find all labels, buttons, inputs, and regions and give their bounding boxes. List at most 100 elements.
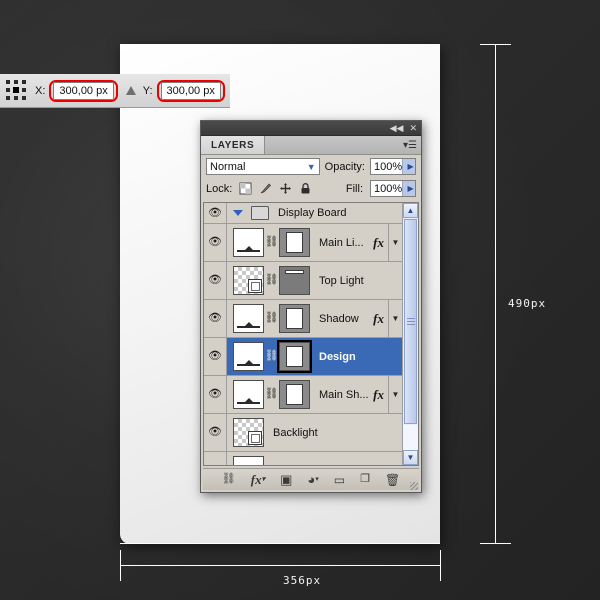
layer-thumbnails[interactable] [227,456,264,465]
resize-grip[interactable] [410,482,418,490]
blend-mode-select[interactable]: Normal ▼ [206,158,320,175]
layer-visibility-toggle[interactable]: 👁 [204,203,227,223]
layer-style-fx-icon[interactable]: fx ▾ [251,473,265,486]
lock-row: Lock: Fill: 100% ▶ [201,178,421,201]
scroll-down-arrow-icon[interactable]: ▼ [403,450,418,465]
layer-thumbnails[interactable]: ⛓ [227,304,310,333]
lock-position-icon[interactable] [279,182,292,195]
link-mask-icon[interactable]: ⛓ [265,313,279,324]
layer-visibility-toggle[interactable]: 👁 [204,338,227,375]
layer-thumbnail[interactable] [233,304,264,333]
opacity-stepper-icon[interactable]: ▶ [402,159,415,174]
layer-effects-fx-icon[interactable]: fx [373,387,388,403]
blend-mode-value: Normal [210,160,246,173]
layer-visibility-toggle[interactable] [204,452,227,465]
x-input[interactable]: 300,00 px [53,81,114,100]
scrollbar-thumb[interactable] [404,219,417,424]
guide-vertical-right [495,44,496,544]
table-row[interactable] [204,452,402,465]
scroll-up-arrow-icon[interactable]: ▲ [403,203,418,218]
y-input[interactable]: 300,00 px [160,81,221,100]
link-mask-icon[interactable]: ⛓ [265,389,279,400]
triangle-delta-icon[interactable] [125,86,136,95]
layer-thumbnail[interactable] [233,456,264,465]
layer-effects-fx-icon[interactable]: fx [373,235,388,251]
layer-thumbnails[interactable]: ⛓ [227,380,310,409]
new-layer-icon[interactable]: ❐ [360,474,370,485]
layer-mask-thumbnail[interactable] [279,380,310,409]
chevron-down-icon[interactable]: ▼ [388,224,402,261]
layer-name: Design [319,350,356,363]
layer-list-container: 👁 Display Board 👁 ⛓ Main Li... fx ▼ 👁 ⛓ … [203,202,419,466]
layers-panel: ◀◀ ✕ LAYERS ▾☰ Normal ▼ Opacity: 100% ▶ … [200,120,422,493]
layer-thumbnails[interactable]: ⛓ [227,228,310,257]
x-label: X: [35,84,46,97]
chevron-down-icon[interactable]: ▼ [307,162,316,172]
layer-thumbnail[interactable] [233,228,264,257]
link-layers-icon[interactable]: ⛓ [222,474,236,485]
lock-all-icon[interactable] [299,182,312,195]
collapse-double-arrow-icon[interactable]: ◀◀ [390,123,404,134]
layer-thumbnails[interactable]: ⛓ [227,266,310,295]
layer-mask-thumbnail[interactable] [279,228,310,257]
layer-thumbnails[interactable] [227,418,264,447]
scrollbar-track[interactable] [403,425,418,450]
layer-thumbnails[interactable]: ⛓ [227,340,312,373]
tab-layers-label: LAYERS [211,139,255,151]
layer-thumbnail[interactable] [233,380,264,409]
lock-image-pixels-icon[interactable] [259,182,272,195]
chevron-down-icon[interactable]: ▼ [388,376,402,413]
tab-layers[interactable]: LAYERS [201,136,266,154]
layer-visibility-toggle[interactable]: 👁 [204,300,227,337]
link-mask-icon[interactable]: ⛓ [265,275,279,286]
layer-visibility-toggle[interactable]: 👁 [204,262,227,299]
delete-layer-icon[interactable]: 🗑 [385,474,400,486]
fill-stepper-icon[interactable]: ▶ [402,181,415,196]
layer-thumbnail[interactable] [233,418,264,447]
reference-point-grid-icon[interactable] [6,79,28,102]
layer-visibility-toggle[interactable]: 👁 [204,224,227,261]
link-mask-icon[interactable]: ⛓ [265,237,279,248]
eye-icon: 👁 [208,350,222,362]
y-field-highlight: 300,00 px [156,79,225,102]
new-group-icon[interactable]: ▭ [334,474,345,486]
close-x-icon[interactable]: ✕ [409,123,417,134]
opacity-value: 100% [374,160,403,173]
layer-name: Main Sh... [319,388,369,401]
table-row[interactable]: 👁 ⛓ Top Light [204,262,402,300]
table-row[interactable]: 👁 ⛓ Main Sh... fx ▼ [204,376,402,414]
layer-thumbnail[interactable] [233,266,264,295]
layer-list[interactable]: 👁 Display Board 👁 ⛓ Main Li... fx ▼ 👁 ⛓ … [204,203,402,465]
fill-input[interactable]: 100% ▶ [370,180,416,197]
chevron-down-icon[interactable]: ▼ [388,300,402,337]
eye-icon: 👁 [208,236,222,248]
guide-tick-bottom-right-v [440,550,441,581]
panel-titlebar[interactable]: ◀◀ ✕ [201,121,421,136]
table-row[interactable]: 👁 ⛓ Design [204,338,402,376]
layer-visibility-toggle[interactable]: 👁 [204,376,227,413]
table-row[interactable]: 👁 ⛓ Main Li... fx ▼ [204,224,402,262]
eye-icon: 👁 [208,274,222,286]
layer-mask-thumbnail[interactable] [277,340,312,373]
table-row[interactable]: 👁 ⛓ Shadow fx ▼ [204,300,402,338]
new-adjustment-layer-icon[interactable]: ◕ ▾ [307,473,318,486]
table-row[interactable]: 👁 Backlight [204,414,402,452]
layer-mask-thumbnail[interactable] [279,304,310,333]
layer-mask-thumbnail[interactable] [279,266,310,295]
layer-list-scrollbar[interactable]: ▲ ▼ [402,203,418,465]
add-layer-mask-icon[interactable]: ▣ [280,473,292,486]
fill-value: 100% [374,182,403,195]
lock-transparent-pixels-icon[interactable] [239,182,252,195]
x-field-highlight: 300,00 px [49,79,118,102]
panel-menu-icon[interactable]: ▾☰ [399,136,421,154]
layer-effects-fx-icon[interactable]: fx [373,311,388,327]
guide-height-label: 490px [508,297,547,310]
group-disclosure-icon[interactable] [231,210,245,216]
guide-tick-top-right [480,44,511,45]
table-row[interactable]: 👁 Display Board [204,203,402,224]
link-mask-icon[interactable]: ⛓ [265,351,279,362]
opacity-input[interactable]: 100% ▶ [370,158,416,175]
eye-icon: 👁 [208,206,222,219]
layer-thumbnail[interactable] [233,342,264,371]
layer-visibility-toggle[interactable]: 👁 [204,414,227,451]
